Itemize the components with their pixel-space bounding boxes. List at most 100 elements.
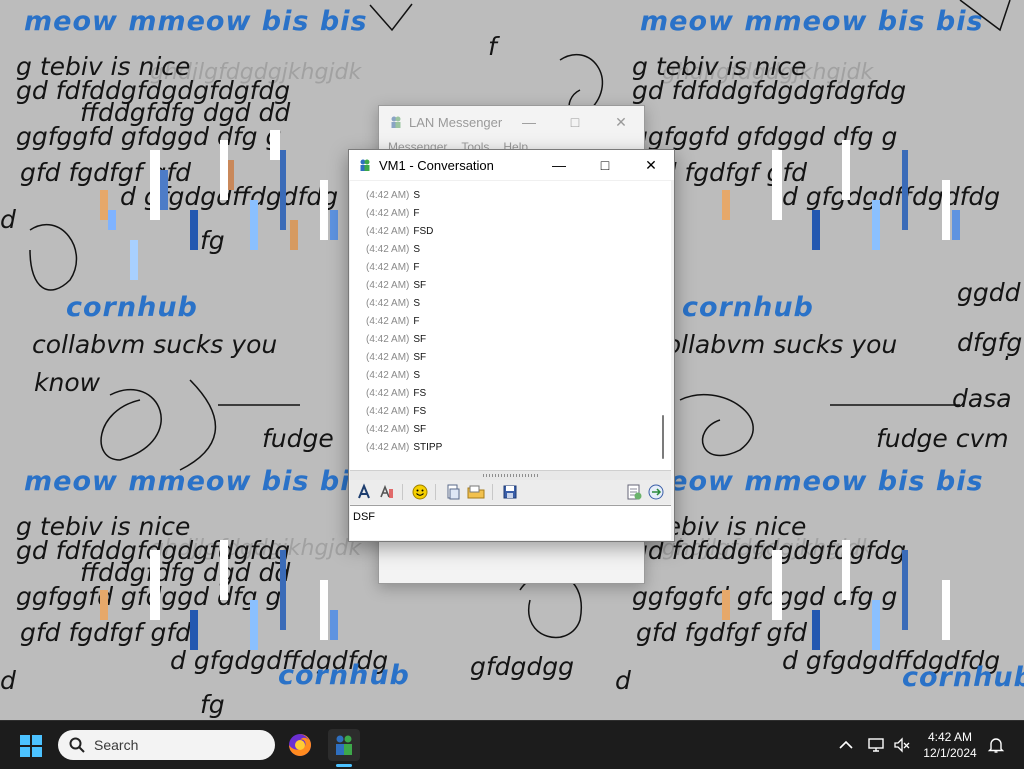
scrollbar-thumb[interactable] — [662, 415, 664, 459]
message-timestamp: (4:42 AM) — [366, 280, 410, 291]
history-icon — [627, 484, 642, 500]
message-timestamp: (4:42 AM) — [366, 352, 410, 363]
clock-time: 4:42 AM — [927, 730, 973, 744]
message-timestamp: (4:42 AM) — [366, 406, 410, 417]
font-color-icon — [380, 484, 393, 498]
message-text: S — [413, 244, 421, 255]
message-timestamp: (4:42 AM) — [366, 316, 410, 327]
running-app-indicator — [336, 764, 352, 767]
save-icon — [503, 485, 517, 499]
message-timestamp: (4:42 AM) — [366, 388, 410, 399]
message-row: (4:42 AM) F — [366, 259, 671, 277]
smiley-button[interactable] — [411, 482, 429, 502]
message-row: (4:42 AM) S — [366, 295, 671, 313]
message-text: SF — [413, 424, 427, 435]
message-row: (4:42 AM) FSD — [366, 223, 671, 241]
message-text: FS — [413, 406, 427, 417]
transfers-icon — [648, 484, 664, 500]
message-text: S — [413, 298, 421, 309]
message-timestamp: (4:42 AM) — [366, 190, 410, 201]
close-button[interactable]: ✕ — [598, 114, 644, 131]
message-row: (4:42 AM) FS — [366, 403, 671, 421]
font-button[interactable] — [356, 482, 374, 502]
maximize-button[interactable]: □ — [552, 114, 598, 131]
message-timestamp: (4:42 AM) — [366, 370, 410, 381]
message-text: SF — [413, 352, 427, 363]
lan-messenger-icon — [336, 735, 352, 755]
font-color-button[interactable] — [378, 482, 396, 502]
message-timestamp: (4:42 AM) — [366, 244, 410, 255]
conversation-window[interactable]: VM1 - Conversation — □ ✕ (4:42 AM) S (4:42… — [348, 149, 675, 542]
message-text: FS — [413, 388, 427, 399]
volume-muted-icon[interactable] — [892, 735, 912, 755]
pane-splitter[interactable] — [350, 470, 671, 480]
history-button[interactable] — [625, 482, 643, 502]
message-input[interactable]: DSF — [350, 505, 671, 540]
message-timestamp: (4:42 AM) — [366, 298, 410, 309]
message-timestamp: (4:42 AM) — [366, 262, 410, 273]
toolbar-separator — [402, 484, 403, 500]
message-timestamp: (4:42 AM) — [366, 442, 410, 453]
conversation-toolbar — [350, 480, 671, 504]
minimize-button[interactable]: — — [536, 150, 582, 180]
font-icon — [358, 483, 370, 499]
firefox-taskbar-button[interactable] — [284, 729, 316, 761]
message-row: (4:42 AM) F — [366, 205, 671, 223]
toolbar-separator — [435, 484, 436, 500]
conversation-titlebar[interactable]: VM1 - Conversation — □ ✕ — [349, 150, 674, 180]
message-timestamp: (4:42 AM) — [366, 226, 410, 237]
maximize-button[interactable]: □ — [582, 150, 628, 180]
minimize-button[interactable]: — — [506, 114, 552, 131]
clock-date: 12/1/2024 — [923, 746, 977, 760]
chevron-up-icon[interactable] — [836, 735, 856, 755]
message-timestamp: (4:42 AM) — [366, 424, 410, 435]
start-button[interactable] — [20, 735, 42, 757]
message-row: (4:42 AM) SF — [366, 421, 671, 439]
search-placeholder: Search — [94, 737, 139, 753]
message-text: F — [413, 208, 420, 219]
message-row: (4:42 AM) SF — [366, 277, 671, 295]
transfers-button[interactable] — [647, 482, 665, 502]
splitter-grip[interactable] — [482, 474, 539, 477]
firefox-icon — [289, 734, 311, 756]
message-row: (4:42 AM) FS — [366, 385, 671, 403]
message-row: (4:42 AM) S — [366, 241, 671, 259]
message-history[interactable]: (4:42 AM) S (4:42 AM) F (4:42 AM) FSD (4:42 AM… — [350, 181, 671, 470]
notification-bell-icon[interactable] — [986, 735, 1006, 755]
lan-messenger-icon — [391, 116, 401, 128]
file-icon — [447, 484, 460, 500]
lan-messenger-titlebar[interactable]: LAN Messenger — □ ✕ — [379, 106, 644, 138]
lan-messenger-icon — [360, 159, 370, 171]
close-button[interactable]: ✕ — [628, 150, 674, 180]
message-text: F — [413, 262, 420, 273]
conversation-title: VM1 - Conversation — [379, 157, 494, 173]
message-row: (4:42 AM) F — [366, 313, 671, 331]
smiley-icon — [412, 484, 428, 500]
search-icon — [69, 737, 85, 753]
taskbar-search[interactable]: Search — [58, 730, 275, 760]
message-row: (4:42 AM) S — [366, 187, 671, 205]
folder-icon — [467, 485, 485, 499]
taskbar: Search 4:42 AM 12/1/2024 — [0, 720, 1024, 769]
message-row: (4:42 AM) SF — [366, 331, 671, 349]
message-input-text: DSF — [353, 511, 375, 523]
network-icon[interactable] — [866, 735, 886, 755]
send-file-button[interactable] — [444, 482, 462, 502]
message-text: F — [413, 316, 420, 327]
toolbar-separator — [492, 484, 493, 500]
message-timestamp: (4:42 AM) — [366, 334, 410, 345]
message-text: FSD — [413, 226, 434, 237]
history-scrollbar[interactable] — [661, 185, 667, 466]
save-button[interactable] — [501, 482, 519, 502]
lan-messenger-taskbar-button[interactable] — [328, 729, 360, 761]
send-folder-button[interactable] — [466, 482, 486, 502]
taskbar-clock[interactable]: 4:42 AM 12/1/2024 — [918, 729, 982, 761]
message-text: SF — [413, 334, 427, 345]
lan-messenger-title: LAN Messenger — [409, 114, 503, 130]
message-text: STIPP — [413, 442, 443, 453]
message-text: S — [413, 370, 421, 381]
message-text: SF — [413, 280, 427, 291]
message-row: (4:42 AM) S — [366, 367, 671, 385]
message-row: (4:42 AM) SF — [366, 349, 671, 367]
message-row: (4:42 AM) STIPP — [366, 439, 671, 457]
